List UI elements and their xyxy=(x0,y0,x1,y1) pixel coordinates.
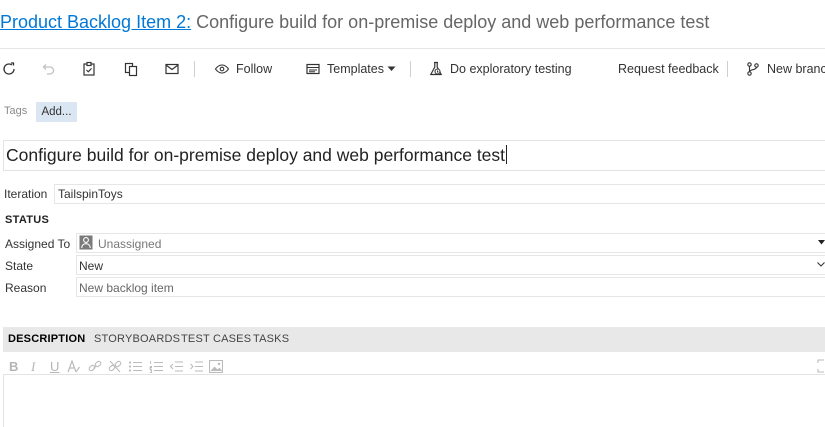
flask-icon xyxy=(429,61,443,76)
toolbar-divider xyxy=(410,61,411,77)
template-icon xyxy=(306,63,320,75)
templates-label: Templates xyxy=(327,62,384,76)
clipboard-button[interactable] xyxy=(81,49,97,89)
toolbar-divider xyxy=(194,61,195,77)
tab-test-cases[interactable]: TEST CASES xyxy=(181,327,251,352)
assigned-to-field[interactable] xyxy=(76,233,825,253)
exploratory-testing-button[interactable]: Do exploratory testing xyxy=(428,49,572,89)
reason-label: Reason xyxy=(5,281,47,295)
state-label: State xyxy=(5,259,34,273)
work-item-header: Product Backlog Item 2: Configure build … xyxy=(0,12,709,33)
indent-icon[interactable] xyxy=(189,360,203,373)
iteration-value: TailspinToys xyxy=(58,187,123,201)
tags-label: Tags xyxy=(4,105,28,117)
mail-icon xyxy=(165,63,179,75)
tab-tasks[interactable]: TASKS xyxy=(253,327,289,352)
title-value: Configure build for on-premise deploy an… xyxy=(6,145,506,165)
fullscreen-icon[interactable] xyxy=(817,359,825,373)
undo-icon xyxy=(42,64,55,75)
add-tag-button[interactable]: Add... xyxy=(36,102,77,122)
highlight-icon[interactable] xyxy=(67,360,81,373)
reason-field[interactable] xyxy=(76,277,825,297)
chevron-down-icon[interactable] xyxy=(817,262,825,267)
bold-button[interactable]: B xyxy=(9,359,18,374)
title-input-text: Configure build for on-premise deploy an… xyxy=(6,145,508,166)
exploratory-testing-label: Do exploratory testing xyxy=(450,62,572,76)
text-caret xyxy=(506,145,508,164)
refresh-button[interactable] xyxy=(1,49,17,89)
assigned-to-label: Assigned To xyxy=(5,237,71,251)
copy-icon xyxy=(124,62,138,77)
request-feedback-button[interactable]: Request feedback xyxy=(618,49,719,89)
description-editor[interactable] xyxy=(3,374,825,427)
iteration-label: Iteration xyxy=(4,187,48,201)
new-branch-label: New branch xyxy=(767,62,825,76)
assigned-to-value: Unassigned xyxy=(98,237,162,251)
follow-label: Follow xyxy=(236,62,273,76)
dropdown-caret-icon[interactable] xyxy=(818,240,825,245)
email-button[interactable] xyxy=(164,49,180,89)
refresh-icon xyxy=(3,62,15,75)
user-icon xyxy=(79,235,93,250)
work-item-header-title: Configure build for on-premise deploy an… xyxy=(191,12,710,32)
numbered-list-icon[interactable] xyxy=(149,360,163,373)
status-section-header: STATUS xyxy=(5,214,50,226)
eye-icon xyxy=(214,64,230,74)
clipboard-icon xyxy=(83,61,95,76)
link-icon[interactable] xyxy=(88,360,102,373)
state-value: New xyxy=(79,259,104,273)
iteration-field[interactable] xyxy=(54,184,825,204)
reason-value: New backlog item xyxy=(79,281,174,295)
outdent-icon[interactable] xyxy=(169,360,183,373)
copy-button[interactable] xyxy=(123,49,139,89)
new-branch-button[interactable]: New branch xyxy=(745,49,825,89)
follow-button[interactable]: Follow xyxy=(214,49,272,89)
state-field[interactable] xyxy=(76,255,825,275)
branch-icon xyxy=(747,62,759,76)
image-icon[interactable] xyxy=(209,360,223,373)
tab-description[interactable]: DESCRIPTION xyxy=(8,327,85,352)
work-item-toolbar: Follow Templates Do exploratory testing … xyxy=(0,48,825,89)
toolbar-divider xyxy=(727,61,728,77)
undo-button[interactable] xyxy=(40,49,56,89)
request-feedback-label: Request feedback xyxy=(618,62,719,76)
caret-down-icon xyxy=(387,66,396,71)
work-item-type-link[interactable]: Product Backlog Item 2: xyxy=(0,12,191,32)
section-tabs: DESCRIPTION STORYBOARDS TEST CASES TASKS xyxy=(3,327,825,352)
italic-button[interactable]: I xyxy=(31,359,35,375)
templates-button[interactable]: Templates xyxy=(305,49,396,89)
bulleted-list-icon[interactable] xyxy=(128,360,142,373)
underline-button[interactable]: U xyxy=(50,359,59,374)
unlink-icon[interactable] xyxy=(108,360,122,373)
tab-storyboards[interactable]: STORYBOARDS xyxy=(94,327,180,352)
